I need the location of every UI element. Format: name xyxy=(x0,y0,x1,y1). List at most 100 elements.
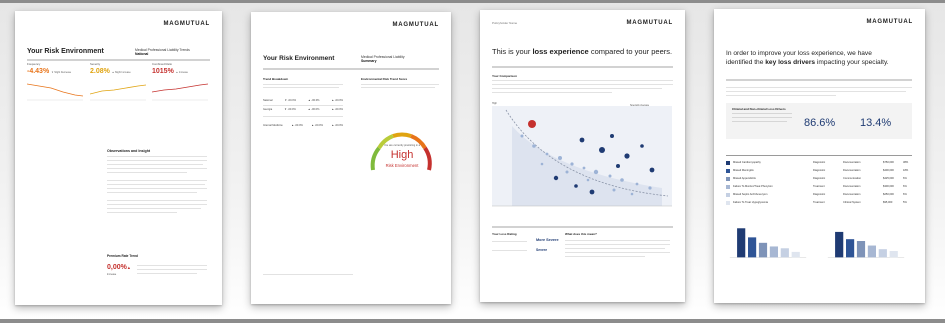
text-line xyxy=(726,95,836,96)
text-line xyxy=(137,273,197,274)
page-title: Your Risk Environment xyxy=(27,48,104,55)
text-line xyxy=(492,84,673,85)
row-divider xyxy=(263,116,343,117)
page-subtitle: Medical Professional Liability Trends Na… xyxy=(135,48,190,57)
text-line xyxy=(565,240,670,241)
text-line xyxy=(263,84,343,85)
text-line xyxy=(107,208,201,209)
text-line xyxy=(492,80,673,81)
table-row: Missed Cardiomyopathy Diagnostic Documenta… xyxy=(726,159,912,166)
rating-value: More Severe xyxy=(536,238,559,242)
callout-value: 0,00%▲ xyxy=(107,264,131,271)
risk-score-heading: Environmental Risk Trend Score xyxy=(361,77,408,81)
text-line xyxy=(263,87,339,88)
y-axis-top-label: High xyxy=(492,102,497,105)
trend-breakdown-heading: Trend Breakdown xyxy=(263,77,289,81)
text-line xyxy=(137,265,207,266)
legend-line xyxy=(263,274,353,275)
text-line xyxy=(107,192,197,193)
page-title: Your Risk Environment xyxy=(263,55,335,62)
text-line xyxy=(726,87,912,88)
text-line xyxy=(107,200,207,201)
brand-logo: MAGMUTUAL xyxy=(626,20,673,26)
table-row: Failure To Treat Hypoglycemia Treatment Cl… xyxy=(726,199,912,206)
peer-comparison-scatter xyxy=(492,106,672,207)
combined-ratio-sparkline xyxy=(152,83,208,101)
non-clinical-stat: 13.4% xyxy=(860,117,892,129)
report-page-summary: MAGMUTUAL Your Risk Environment Medical … xyxy=(251,12,451,304)
rating-heading: Your Loss Rating xyxy=(492,232,517,236)
text-line xyxy=(137,269,207,270)
policyholder-name: Policyholder Name xyxy=(492,21,518,25)
text-line xyxy=(732,113,792,114)
text-line xyxy=(565,252,670,253)
text-line xyxy=(492,92,612,93)
panel-heading: Clinical and Non-clinical Loss Drivers xyxy=(732,107,786,111)
text-line xyxy=(565,244,670,245)
text-line xyxy=(107,184,205,185)
brand-logo: MAGMUTUAL xyxy=(163,21,210,27)
divider xyxy=(263,68,439,70)
text-line xyxy=(107,164,203,165)
bottom-border xyxy=(0,319,945,323)
table-header-line xyxy=(726,155,912,156)
metric-combined-ratio: Combined Ratio 1015% ▲ Increase xyxy=(152,62,188,75)
gauge-label: Risk Environment xyxy=(385,163,419,168)
divider xyxy=(492,66,673,68)
text-line xyxy=(565,256,645,257)
divider xyxy=(27,59,210,61)
text-line xyxy=(492,250,527,251)
text-line xyxy=(732,121,787,122)
metric-frequency: Frequency -4.43% ▼ Slight Decrease xyxy=(27,62,72,75)
page-subtitle: Medical Professional Liability Summary xyxy=(361,55,405,64)
table-row: Missed Appendicitis Diagnostic Communicati… xyxy=(726,175,912,182)
text-line xyxy=(107,180,207,181)
severity-sparkline xyxy=(90,84,146,101)
clinical-stat: 86.6% xyxy=(804,117,836,129)
text-line xyxy=(732,117,792,118)
means-heading: What does this mean? xyxy=(565,232,597,236)
report-page-loss-experience: Policyholder Name MAGMUTUAL This is your… xyxy=(480,10,685,302)
callout-heading: Premium Rate Trend xyxy=(107,254,138,258)
loss-driver-bar-chart-left xyxy=(729,228,807,258)
report-page-risk-trends: MAGMUTUAL Your Risk Environment Medical … xyxy=(15,11,222,305)
text-line xyxy=(107,204,207,205)
brand-logo: MAGMUTUAL xyxy=(866,19,913,25)
text-line xyxy=(107,172,187,173)
risk-gauge xyxy=(370,132,432,171)
text-line xyxy=(361,84,439,85)
divider xyxy=(492,226,673,228)
callout-label: Increase xyxy=(107,273,117,276)
table-row: Missed Septic Arch/Aneurysm Diagnostic Doc… xyxy=(726,191,912,198)
divider xyxy=(726,79,912,81)
text-line xyxy=(492,241,527,242)
gauge-value: High xyxy=(390,149,414,161)
text-line xyxy=(492,88,662,89)
comparison-heading: Your Comparison xyxy=(492,74,517,78)
text-line xyxy=(361,87,435,88)
row-divider xyxy=(263,105,343,106)
text-line xyxy=(107,188,207,189)
page-title: In order to improve your loss experience… xyxy=(726,50,889,66)
text-line xyxy=(107,168,207,169)
text-line xyxy=(107,212,177,213)
table-row: Georgia ▼ -00.0% ▲ -00.0% ▲ -00.0% xyxy=(263,108,343,111)
table-row: National ▼ -00.0% ▲ -00.0% ▲ -00.0% xyxy=(263,99,343,102)
gauge-caption: You are currently practicing in a xyxy=(383,144,421,147)
top-border xyxy=(0,0,945,3)
table-row: Failure To Monitor/Treat Phenytoin Treatm… xyxy=(726,183,912,190)
text-line xyxy=(107,160,207,161)
rating-value-secondary: Severe xyxy=(536,248,548,252)
table-row: Internal Medicine ▲ -00.0% ▲ -00.0% ▲ -00.0… xyxy=(263,124,343,127)
page-title: This is your loss experience compared to… xyxy=(492,47,673,56)
section-heading: Observations and Insight xyxy=(107,149,151,153)
loss-driver-bar-chart-right xyxy=(827,231,905,258)
frequency-sparkline xyxy=(27,83,83,101)
text-line xyxy=(726,91,906,92)
metric-severity: Severity 2.08% ▲ Slight Increase xyxy=(90,62,131,75)
report-page-loss-drivers: MAGMUTUAL In order to improve your loss … xyxy=(714,9,925,303)
text-line xyxy=(565,248,665,249)
text-line xyxy=(107,156,207,157)
table-row: Missed Meningitis Diagnostic Documentation… xyxy=(726,167,912,174)
brand-logo: MAGMUTUAL xyxy=(392,22,439,28)
